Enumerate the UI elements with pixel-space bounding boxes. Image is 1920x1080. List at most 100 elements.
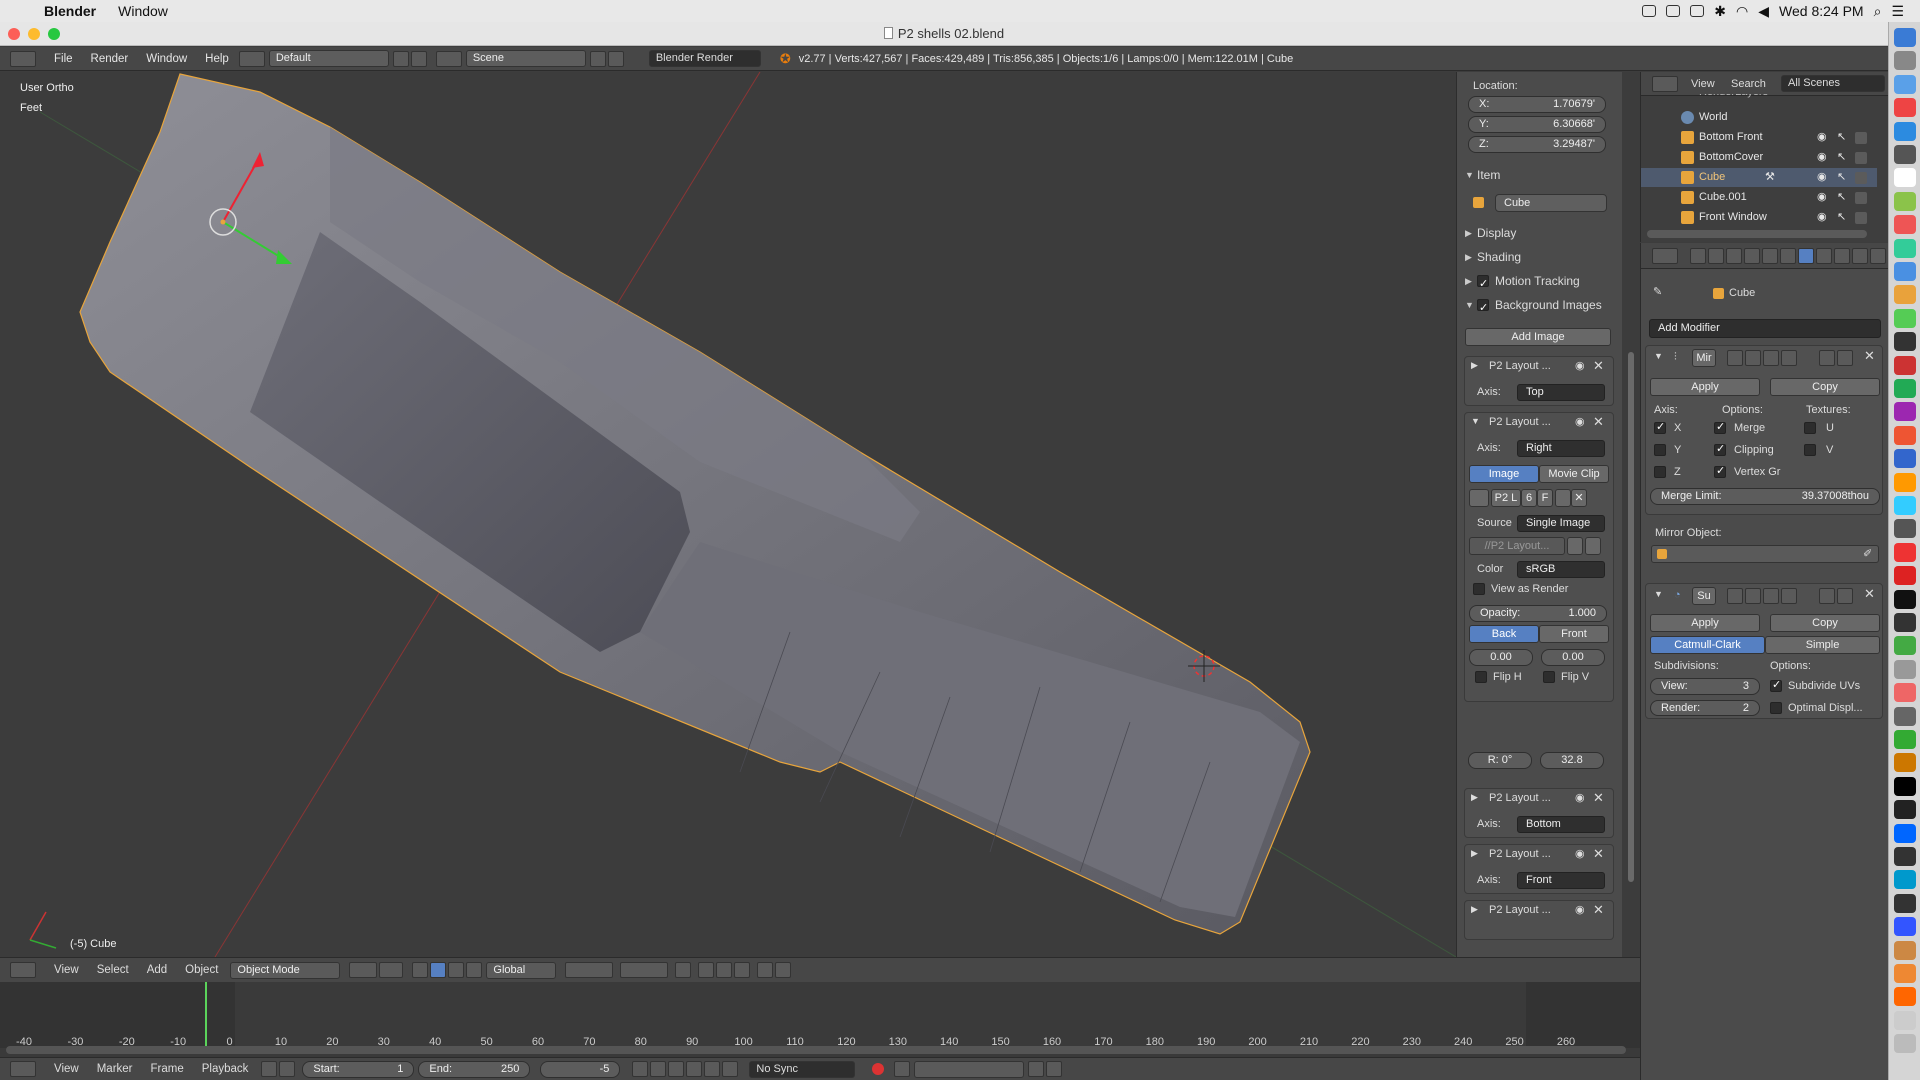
opengl-anim-icon[interactable] [775, 962, 792, 978]
collapse-icon[interactable]: ▼ [1471, 416, 1480, 426]
cage-toggle-icon[interactable] [1781, 588, 1797, 604]
manipulator-toggle-icon[interactable] [412, 962, 429, 978]
eye-icon[interactable]: ◉ [1817, 208, 1827, 227]
add-modifier-select[interactable]: Add Modifier [1649, 319, 1881, 338]
outliner-filter-select[interactable]: All Scenes [1781, 75, 1885, 92]
search-icon[interactable]: ⌕ [1874, 3, 1882, 20]
dock-app-icon[interactable] [1894, 589, 1916, 609]
remove-scene-icon[interactable] [607, 50, 624, 67]
pin-icon[interactable]: ✎ [1653, 285, 1662, 298]
motion-tracking-section[interactable]: ▶Motion Tracking [1461, 270, 1617, 295]
expand-icon[interactable]: ▶ [1471, 360, 1478, 371]
catmull-clark-tab[interactable]: Catmull-Clark [1650, 636, 1765, 654]
subsurf-view-field[interactable]: View: 3 [1650, 678, 1760, 695]
merge-checkbox[interactable] [1714, 420, 1726, 434]
dock-app-icon[interactable] [1894, 74, 1916, 94]
sync-select[interactable]: No Sync [749, 1060, 856, 1078]
merge-limit-field[interactable]: Merge Limit: 39.37008thou [1650, 488, 1880, 505]
status-icon[interactable] [1642, 5, 1657, 17]
dock-app-icon[interactable] [1894, 98, 1916, 118]
cursor-select-icon[interactable]: ↖ [1837, 208, 1846, 227]
render-toggle-icon[interactable] [1855, 152, 1867, 164]
marker-menu[interactable]: Marker [88, 1063, 142, 1075]
texture-u-checkbox[interactable] [1804, 422, 1816, 434]
dock-app-icon[interactable] [1894, 542, 1916, 562]
dock-app-icon[interactable] [1894, 449, 1916, 469]
cage-toggle-icon[interactable] [1781, 350, 1797, 366]
current-frame-field[interactable]: -5 [540, 1060, 621, 1078]
object-tab-icon[interactable] [1762, 248, 1778, 264]
app-menu[interactable]: Blender [44, 3, 96, 19]
image-open-icon[interactable] [1555, 489, 1571, 507]
flip-v-checkbox[interactable] [1543, 671, 1555, 683]
jump-end-icon[interactable] [722, 1061, 739, 1077]
play-reverse-icon[interactable] [668, 1061, 685, 1077]
add-layout-icon[interactable] [392, 50, 409, 67]
dock-app-icon[interactable] [1894, 870, 1916, 890]
eye-icon[interactable]: ◉ [1817, 148, 1827, 167]
render-toggle-icon[interactable] [1855, 212, 1867, 224]
record-icon[interactable] [872, 1063, 885, 1075]
remove-modifier-icon[interactable]: ✕ [1864, 586, 1875, 602]
object-name-field[interactable]: Cube [1495, 194, 1607, 212]
dock-app-icon[interactable] [1894, 238, 1916, 258]
reload-icon[interactable] [1585, 537, 1601, 555]
zoom-window-icon[interactable] [48, 28, 60, 40]
outliner-row-cube-001[interactable]: Cube.001 ◉ ↖ [1641, 188, 1877, 207]
texture-tab-icon[interactable] [1852, 248, 1868, 264]
background-images-section[interactable]: ▼Background Images [1461, 294, 1617, 319]
outliner-row-bottomcover[interactable]: BottomCover ◉ ↖ [1641, 148, 1877, 167]
view-as-render-checkbox[interactable] [1473, 583, 1485, 595]
outliner-row-cube[interactable]: Cube ⚒ ◉ ↖ [1641, 168, 1877, 187]
layers-tab-icon[interactable] [1708, 248, 1724, 264]
drive-icon[interactable] [1690, 5, 1705, 17]
image-unlink-icon[interactable]: ✕ [1571, 489, 1587, 507]
timeline-view-menu[interactable]: View [45, 1063, 88, 1075]
scene-field[interactable]: Scene [465, 50, 586, 67]
axis-y-checkbox[interactable] [1654, 444, 1666, 456]
render-toggle-icon[interactable] [1855, 132, 1867, 144]
dock-app-icon[interactable] [1894, 730, 1916, 749]
layers-grid-icon[interactable] [565, 962, 614, 978]
lock-layer-icon[interactable] [675, 962, 692, 978]
dock-app-icon[interactable] [1894, 191, 1916, 211]
render-toggle-icon[interactable] [1727, 350, 1743, 366]
editor-type-icon[interactable] [10, 1061, 36, 1077]
viewport-toggle-icon[interactable] [1745, 588, 1761, 604]
scene-tab-icon[interactable] [1726, 248, 1742, 264]
add-scene-icon[interactable] [589, 50, 606, 67]
clipping-checkbox[interactable] [1714, 442, 1726, 456]
snap-icon[interactable] [716, 962, 733, 978]
layout-field[interactable]: Default [268, 50, 389, 67]
dock-app-icon[interactable] [1894, 823, 1916, 843]
dock-app-icon[interactable] [1894, 800, 1916, 820]
editor-type-icon[interactable] [1652, 76, 1678, 92]
outliner-view-menu[interactable]: View [1691, 78, 1715, 90]
image-name-field[interactable]: P2 L [1491, 489, 1521, 507]
eye-icon[interactable]: ◉ [1575, 359, 1585, 372]
add-image-button[interactable]: Add Image [1465, 328, 1611, 346]
remove-icon[interactable]: ✕ [1593, 358, 1604, 374]
dock-app-icon[interactable] [1894, 332, 1916, 352]
scene-icon[interactable] [435, 50, 462, 67]
bg3-axis-select[interactable]: Bottom [1517, 816, 1605, 833]
display-section[interactable]: ▶ Display [1461, 222, 1617, 244]
vertex-groups-checkbox[interactable] [1714, 464, 1726, 478]
dock-app-icon[interactable] [1894, 613, 1916, 632]
remove-icon[interactable]: ✕ [1593, 414, 1604, 430]
eye-icon[interactable]: ◉ [1575, 903, 1585, 916]
render-toggle-icon[interactable] [1855, 192, 1867, 204]
playback-menu[interactable]: Playback [193, 1063, 258, 1075]
bg4-axis-select[interactable]: Front [1517, 872, 1605, 889]
camera-icon[interactable] [1666, 5, 1681, 17]
collapse-icon[interactable]: ▼ [1654, 351, 1663, 361]
motion-tracking-checkbox[interactable] [1477, 273, 1489, 295]
remove-icon[interactable]: ✕ [1593, 846, 1604, 862]
dock-app-icon[interactable] [1894, 215, 1916, 235]
material-tab-icon[interactable] [1834, 248, 1850, 264]
location-x-field[interactable]: X: 1.70679' [1468, 96, 1606, 113]
subsurf-render-field[interactable]: Render: 2 [1650, 700, 1760, 716]
expand-icon[interactable]: ▶ [1471, 904, 1478, 915]
mode-select[interactable]: Object Mode [230, 961, 341, 979]
dock-app-icon[interactable] [1894, 847, 1916, 866]
